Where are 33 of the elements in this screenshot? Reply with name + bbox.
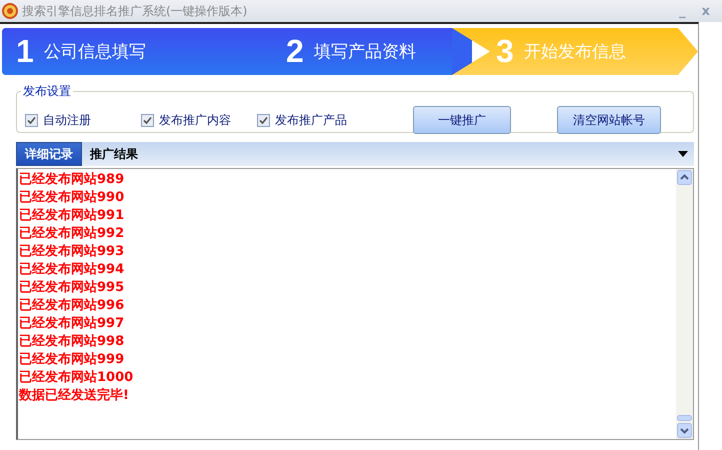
log-line: 数据已经发送完毕! <box>19 387 130 405</box>
app-logo-icon <box>2 3 18 19</box>
log-line: 已经发布网站996 <box>19 297 126 315</box>
checkbox[interactable] <box>141 114 154 126</box>
scroll-thumb-icon[interactable] <box>677 415 692 421</box>
log-line: 已经发布网站993 <box>19 243 126 261</box>
log-line: 已经发布网站990 <box>19 189 126 207</box>
checkbox-option[interactable]: 自动注册 <box>25 112 141 128</box>
checkbox[interactable] <box>257 114 270 126</box>
log-line: 已经发布网站995 <box>19 279 126 297</box>
action-button[interactable]: 一键推广 <box>413 106 511 134</box>
scrollbar[interactable] <box>676 169 693 439</box>
checkbox[interactable] <box>25 114 38 126</box>
log-line: 已经发布网站989 <box>19 171 126 189</box>
checkbox-option[interactable]: 发布推广产品 <box>257 112 373 128</box>
log-line: 已经发布网站997 <box>19 315 126 333</box>
log-line: 已经发布网站999 <box>19 351 126 369</box>
checkbox-option[interactable]: 发布推广内容 <box>141 112 257 128</box>
scroll-up-icon[interactable] <box>677 170 692 185</box>
log-tab[interactable]: 推广结果 <box>82 142 146 166</box>
scroll-down-icon[interactable] <box>677 423 692 438</box>
log-tab[interactable]: 详细记录 <box>16 142 82 166</box>
group-title: 发布设置 <box>22 83 72 100</box>
log-line: 已经发布网站991 <box>19 207 126 225</box>
log-line: 已经发布网站998 <box>19 333 126 351</box>
log-line: 已经发布网站994 <box>19 261 126 279</box>
window-title: 搜索引擎信息排名推广系统(一键操作版本) <box>22 2 248 20</box>
log-line: 已经发布网站992 <box>19 225 126 243</box>
step-tab[interactable]: 2 填写产品资料 <box>272 28 452 75</box>
dropdown-arrow-icon[interactable] <box>678 151 688 157</box>
action-button[interactable]: 清空网站帐号 <box>557 106 661 134</box>
step-tab[interactable]: 1 公司信息填写 <box>2 28 272 75</box>
log-line: 已经发布网站1000 <box>19 369 134 387</box>
